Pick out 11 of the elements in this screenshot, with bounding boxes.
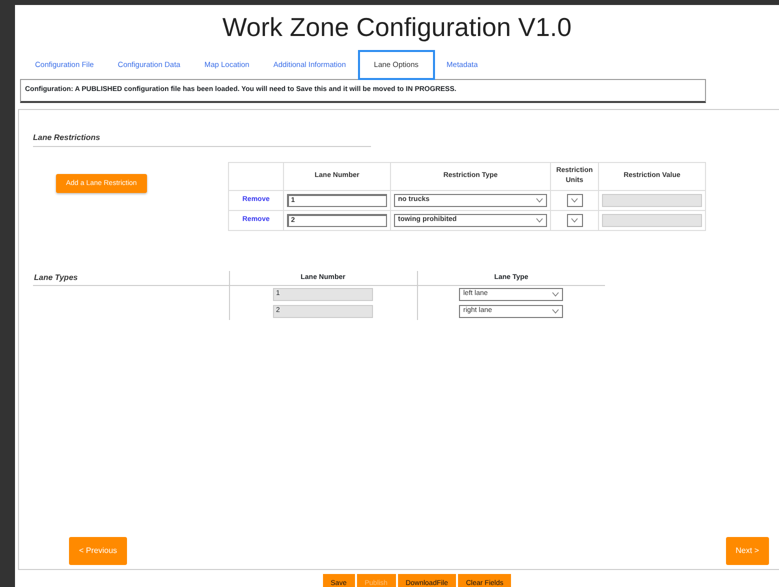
chevron-down-icon (552, 292, 560, 297)
section-heading: Lane Restrictions (33, 132, 371, 146)
chevron-down-icon (536, 198, 543, 202)
units-dropdown[interactable] (566, 194, 582, 206)
chevron-down-icon (536, 218, 543, 222)
chevron-down-icon (570, 198, 578, 202)
page-title: Work Zone Configuration V1.0 (221, 11, 573, 44)
chevron-down-icon (570, 218, 578, 222)
units-dropdown[interactable] (566, 214, 582, 226)
chevron-down-icon (552, 309, 560, 314)
section-heading: Lane Types (34, 272, 78, 282)
